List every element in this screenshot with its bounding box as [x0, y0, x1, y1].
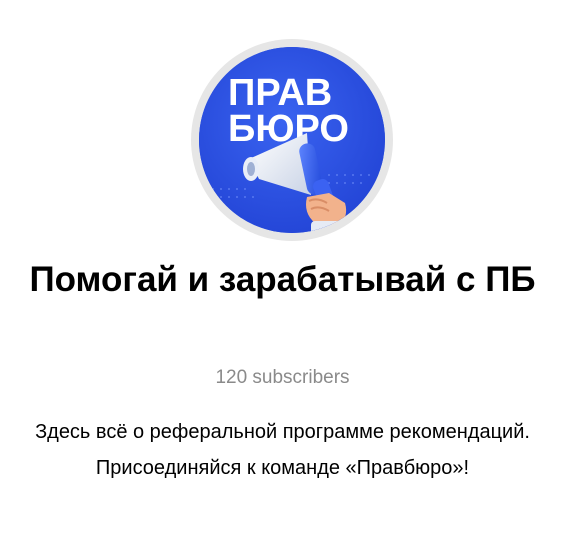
channel-description: Здесь всё о реферальной программе рекоме…	[35, 421, 530, 479]
channel-preview: ПРАВ БЮРО Помогай и зарабатывай с ПБ 120…	[0, 0, 565, 556]
subscriber-count: 120 subscribers	[215, 367, 350, 388]
channel-title: Помогай и зарабатывай с ПБ	[29, 260, 536, 299]
avatar: ПРАВ БЮРО	[191, 39, 393, 241]
channel-logo: ПРАВ БЮРО	[199, 47, 385, 233]
